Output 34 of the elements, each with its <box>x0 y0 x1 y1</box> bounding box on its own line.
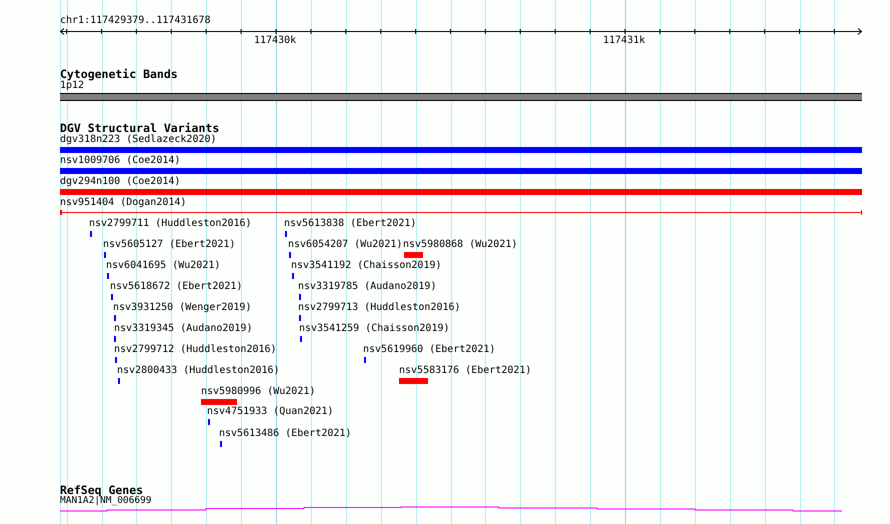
tick-label: 117431k <box>603 35 646 47</box>
variant-label: nsv5980996 (Wu2021) <box>201 386 316 398</box>
track-title: RefSeq Genes <box>60 483 144 497</box>
track-title: DGV Structural Variants <box>60 121 220 135</box>
variant-label: nsv6041695 (Wu2021) <box>106 260 220 272</box>
gene-line[interactable] <box>60 506 842 512</box>
gene-label: MAN1A2|NM_006699 <box>60 495 152 507</box>
variant-label: nsv2800433 (Huddleston2016) <box>117 365 280 377</box>
variant-label: nsv2799713 (Huddleston2016) <box>298 302 461 314</box>
track-title: Cytogenetic Bands <box>60 67 178 81</box>
variant-label: nsv6054207 (Wu2021) <box>288 239 402 251</box>
variant-label: nsv5613486 (Ebert2021) <box>219 428 352 440</box>
variant-label: nsv5605127 (Ebert2021) <box>103 239 236 251</box>
variant-label: dgv318n223 (Sedlazeck2020) <box>60 134 217 146</box>
variant-label: nsv2799711 (Huddleston2016) <box>89 218 252 230</box>
variant-label: nsv5583176 (Ebert2021) <box>399 365 532 377</box>
variant-label: nsv1009706 (Coe2014) <box>60 155 180 167</box>
variant-label: nsv5619960 (Ebert2021) <box>363 344 496 356</box>
band-label: 1p12 <box>60 80 84 92</box>
variant-label: nsv5613838 (Ebert2021) <box>284 218 416 230</box>
variant-label: nsv3319785 (Audano2019) <box>298 281 436 293</box>
variant-label: nsv3931250 (Wenger2019) <box>113 302 252 314</box>
variant-label: nsv951404 (Dogan2014) <box>60 197 186 209</box>
variant-label: nsv3541259 (Chaisson2019) <box>299 323 450 335</box>
variant-label: dgv294n100 (Coe2014) <box>60 176 180 188</box>
variant-label: nsv5980868 (Wu2021) <box>403 239 518 251</box>
variant-label: nsv4751933 (Quan2021) <box>207 406 334 418</box>
variant-label: nsv3319345 (Audano2019) <box>114 323 252 335</box>
location-label: chr1:117429379..117431678 <box>60 15 211 27</box>
tick-label: 117430k <box>254 35 296 47</box>
variant-label: nsv5618672 (Ebert2021) <box>110 281 242 293</box>
variant-label: nsv3541192 (Chaisson2019) <box>291 260 442 272</box>
variant-bar[interactable] <box>60 210 862 215</box>
variant-label: nsv2799712 (Huddleston2016) <box>114 344 277 356</box>
